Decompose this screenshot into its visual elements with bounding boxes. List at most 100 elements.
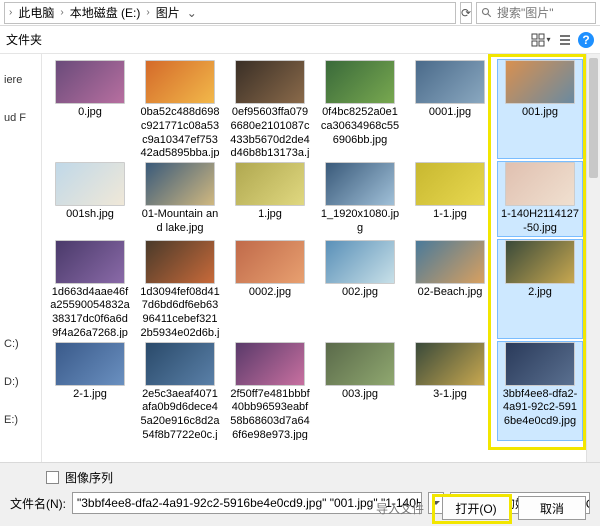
file-name: 002.jpg: [340, 284, 380, 300]
thumbnail: [235, 60, 305, 104]
file-item[interactable]: 2f50ff7e481bbbf40bb96593eabf58b68603d7a6…: [228, 342, 312, 440]
help-button[interactable]: ?: [578, 32, 594, 48]
file-item[interactable]: 0002.jpg: [228, 240, 312, 338]
file-item[interactable]: 0001.jpg: [408, 60, 492, 158]
file-item[interactable]: 1-1.jpg: [408, 162, 492, 236]
search-icon: [481, 7, 493, 19]
file-item[interactable]: 1.jpg: [228, 162, 312, 236]
refresh-button[interactable]: ⟳: [460, 2, 472, 24]
sidebar-item[interactable]: C:): [4, 338, 41, 350]
chevron-down-icon[interactable]: ⌄: [186, 3, 198, 23]
breadcrumb-item[interactable]: 本地磁盘 (E:): [66, 2, 145, 23]
thumbnail: [55, 60, 125, 104]
file-name: 0ef95603ffa0796680e2101087c433b5670d2de4…: [228, 104, 312, 158]
file-name: 001sh.jpg: [64, 206, 116, 222]
file-item[interactable]: 001sh.jpg: [48, 162, 132, 236]
file-item[interactable]: 0ef95603ffa0796680e2101087c433b5670d2de4…: [228, 60, 312, 158]
thumbnail: [415, 162, 485, 206]
file-item[interactable]: 02-Beach.jpg: [408, 240, 492, 338]
file-name: 2e5c3aeaf4071afa0b9d6dece45a20e916c8d2a5…: [138, 386, 222, 440]
thumbnail: [415, 60, 485, 104]
list-icon: [558, 33, 572, 47]
file-name: 1-140H2114127-50.jpg: [498, 206, 582, 236]
file-item[interactable]: 01-Mountain and lake.jpg: [138, 162, 222, 236]
thumbnail: [325, 162, 395, 206]
file-item[interactable]: 2e5c3aeaf4071afa0b9d6dece45a20e916c8d2a5…: [138, 342, 222, 440]
file-item[interactable]: 001.jpg: [498, 60, 582, 158]
file-name: 0001.jpg: [427, 104, 473, 120]
thumbnail: [55, 162, 125, 206]
filename-label: 文件名(N):: [10, 495, 66, 512]
thumbnail: [505, 162, 575, 206]
search-input[interactable]: 搜索"图片": [476, 2, 596, 24]
breadcrumb-item[interactable]: 此电脑: [14, 2, 58, 23]
sidebar-item[interactable]: E:): [4, 414, 41, 426]
thumbnail: [145, 342, 215, 386]
file-item[interactable]: 3bbf4ee8-dfa2-4a91-92c2-5916be4e0cd9.jpg: [498, 342, 582, 440]
file-name: 1.jpg: [256, 206, 284, 222]
sidebar-item[interactable]: iere: [4, 74, 41, 86]
thumbnail: [145, 162, 215, 206]
file-name: 1-1.jpg: [431, 206, 469, 222]
file-name: 02-Beach.jpg: [416, 284, 485, 300]
file-name: 1d3094fef08d417d6bd6df6eb6396411cebef321…: [138, 284, 222, 338]
breadcrumb-bar: › 此电脑 › 本地磁盘 (E:) › 图片 ⌄ ⟳ 搜索"图片": [0, 0, 600, 26]
thumbnail: [325, 60, 395, 104]
details-button[interactable]: [554, 29, 576, 51]
thumbnail: [145, 60, 215, 104]
scrollbar-thumb[interactable]: [589, 58, 598, 178]
file-name: 3-1.jpg: [431, 386, 469, 402]
toolbar: 文件夹 ▾ ?: [0, 26, 600, 54]
thumbnail: [325, 342, 395, 386]
thumbnail: [505, 240, 575, 284]
import-button[interactable]: 导入文件: [366, 496, 434, 520]
thumbnail: [415, 240, 485, 284]
thumbnail: [235, 162, 305, 206]
file-item[interactable]: 0f4bc8252a0e1ca30634968c556906bb.jpg: [318, 60, 402, 158]
sidebar-item[interactable]: ud F: [4, 112, 41, 124]
thumbnail: [415, 342, 485, 386]
file-name: 2f50ff7e481bbbf40bb96593eabf58b68603d7a6…: [228, 386, 312, 440]
file-name: 2-1.jpg: [71, 386, 109, 402]
breadcrumb-path[interactable]: › 此电脑 › 本地磁盘 (E:) › 图片 ⌄: [4, 2, 456, 24]
file-item[interactable]: 003.jpg: [318, 342, 402, 440]
file-item[interactable]: 2.jpg: [498, 240, 582, 338]
chevron-right-icon: ›: [9, 7, 12, 18]
file-item[interactable]: 2-1.jpg: [48, 342, 132, 440]
file-name: 01-Mountain and lake.jpg: [138, 206, 222, 236]
file-item[interactable]: 1-140H2114127-50.jpg: [498, 162, 582, 236]
file-name: 0ba52c488d698c921771c08a53c9a10347ef7534…: [138, 104, 222, 158]
file-name: 0002.jpg: [247, 284, 293, 300]
view-icon: [531, 33, 545, 47]
file-item[interactable]: 1_1920x1080.jpg: [318, 162, 402, 236]
image-sequence-checkbox[interactable]: [46, 471, 59, 484]
cancel-button[interactable]: 取消: [518, 496, 586, 520]
view-button[interactable]: ▾: [530, 29, 552, 51]
file-item[interactable]: 0ba52c488d698c921771c08a53c9a10347ef7534…: [138, 60, 222, 158]
file-name: 3bbf4ee8-dfa2-4a91-92c2-5916be4e0cd9.jpg: [498, 386, 582, 429]
file-item[interactable]: 1d663d4aae46fa25590054832a38317dc0f6a6d9…: [48, 240, 132, 338]
thumbnail: [325, 240, 395, 284]
chevron-right-icon: ›: [60, 7, 63, 18]
file-item[interactable]: 0.jpg: [48, 60, 132, 158]
file-name: 2.jpg: [526, 284, 554, 300]
sidebar-item[interactable]: D:): [4, 376, 41, 388]
scrollbar[interactable]: [586, 54, 600, 462]
file-name: 0.jpg: [76, 104, 104, 120]
thumbnail: [55, 240, 125, 284]
open-button[interactable]: 打开(O): [442, 496, 510, 520]
file-item[interactable]: 3-1.jpg: [408, 342, 492, 440]
file-item[interactable]: 002.jpg: [318, 240, 402, 338]
thumbnail: [235, 342, 305, 386]
file-name: 001.jpg: [520, 104, 560, 120]
toolbar-label: 文件夹: [6, 31, 42, 48]
thumbnail: [505, 342, 575, 386]
sidebar: iere ud F C:) D:) E:): [0, 54, 42, 462]
chevron-right-icon: ›: [146, 7, 149, 18]
file-name: 0f4bc8252a0e1ca30634968c556906bb.jpg: [318, 104, 402, 147]
thumbnail: [145, 240, 215, 284]
breadcrumb-item[interactable]: 图片: [152, 2, 184, 23]
footer: 图像序列 文件名(N): "3bbf4ee8-dfa2-4a91-92c2-59…: [0, 462, 600, 526]
file-grid-area: 0.jpg 0ba52c488d698c921771c08a53c9a10347e…: [42, 54, 600, 462]
file-item[interactable]: 1d3094fef08d417d6bd6df6eb6396411cebef321…: [138, 240, 222, 338]
